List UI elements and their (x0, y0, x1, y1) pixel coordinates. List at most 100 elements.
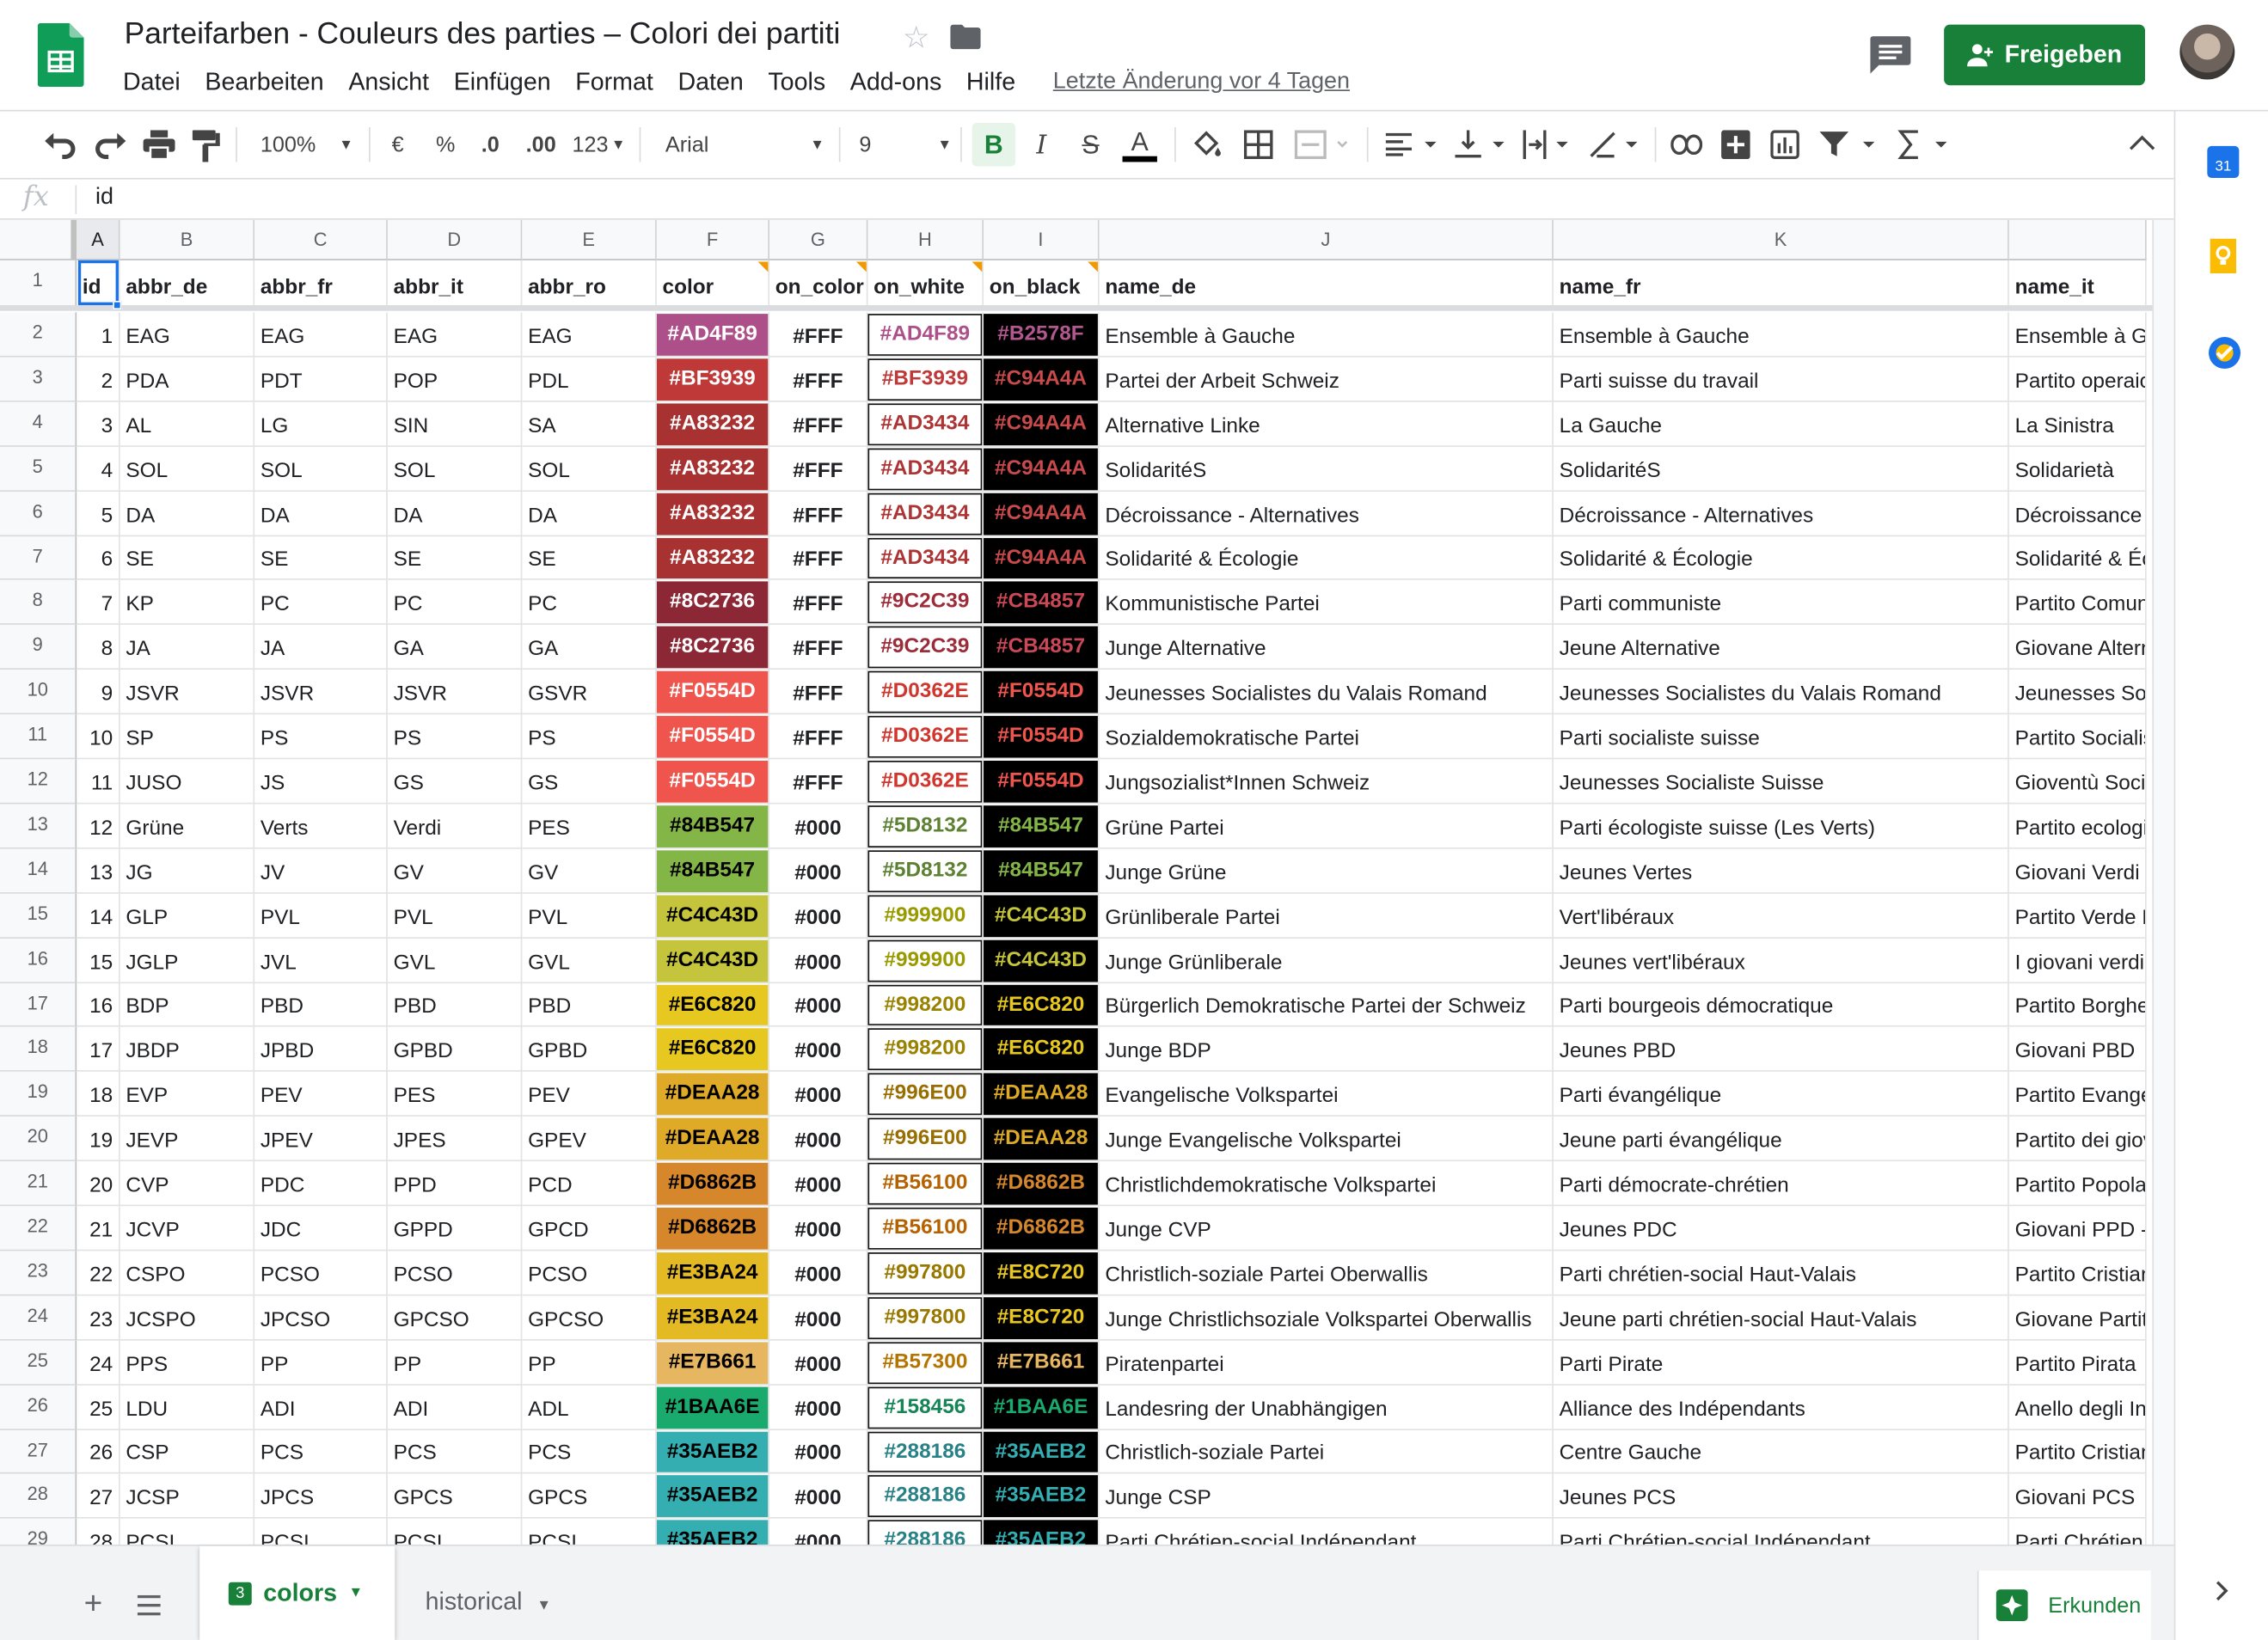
cell-abbr-ro[interactable]: PDL (522, 357, 657, 402)
cell-name-it[interactable]: Giovani PBD (2008, 1026, 2147, 1072)
cell-id[interactable]: 2 (77, 357, 120, 402)
tab-colors[interactable]: 3 colors ▼ (199, 1545, 395, 1640)
cell-name-it[interactable]: I giovani verdi (2008, 938, 2147, 984)
cell-abbr-fr[interactable]: PCSO (254, 1251, 388, 1296)
cell-name-de[interactable]: Décroissance - Alternatives (1099, 492, 1554, 537)
select-all-corner[interactable] (0, 219, 77, 260)
cell-id[interactable]: 14 (77, 893, 120, 939)
comment-icon[interactable] (1870, 36, 1911, 74)
header-cell-abbr-fr[interactable]: abbr_fr (254, 260, 388, 309)
cell-color[interactable]: #F0554D (656, 670, 770, 715)
keep-icon[interactable] (2207, 238, 2239, 274)
cell-name-fr[interactable]: Parti suisse du travail (1553, 357, 2009, 402)
cell-abbr-it[interactable]: GPPD (387, 1206, 523, 1251)
cell-on-color[interactable]: #FFF (769, 714, 868, 760)
cell-id[interactable]: 18 (77, 1071, 120, 1117)
cell-id[interactable]: 8 (77, 624, 120, 670)
cell-on-black[interactable]: #DEAA28 (984, 1116, 1100, 1162)
cell-abbr-ro[interactable]: PC (522, 579, 657, 625)
header-cell-on-white[interactable]: on_white (867, 260, 984, 309)
increase-decimal-button[interactable]: .00 (521, 127, 561, 162)
cell-name-it[interactable]: Partito Evange (2008, 1071, 2147, 1117)
cell-on-white[interactable]: #996E00 (867, 1116, 984, 1162)
cell-color[interactable]: #F0554D (656, 714, 770, 760)
cell-abbr-de[interactable]: JSVR (120, 670, 255, 715)
cell-color[interactable]: #DEAA28 (656, 1071, 770, 1117)
row-header[interactable]: 12 (0, 759, 77, 805)
print-icon[interactable] (143, 130, 175, 160)
text-rotation-icon[interactable] (1588, 130, 1643, 159)
cell-abbr-de[interactable]: JA (120, 624, 255, 670)
fill-handle[interactable] (113, 300, 122, 310)
cell-on-color[interactable]: #FFF (769, 759, 868, 805)
cell-name-fr[interactable]: Décroissance - Alternatives (1553, 492, 2009, 537)
cell-on-black[interactable]: #CB4857 (984, 624, 1100, 670)
row-header[interactable]: 14 (0, 848, 77, 894)
cell-abbr-ro[interactable]: PCSI (522, 1518, 657, 1545)
cell-name-fr[interactable]: Jeune Alternative (1553, 624, 2009, 670)
cell-abbr-ro[interactable]: EAG (522, 312, 657, 358)
row-header[interactable]: 25 (0, 1340, 77, 1386)
cell-abbr-de[interactable]: KP (120, 579, 255, 625)
cell-abbr-it[interactable]: JPES (387, 1116, 523, 1162)
cell-color[interactable]: #D6862B (656, 1161, 770, 1207)
cell-name-it[interactable]: Décroissance - (2008, 492, 2147, 537)
cell-name-fr[interactable]: Jeunesses Socialiste Suisse (1553, 759, 2009, 805)
cell-on-color[interactable]: #000 (769, 1206, 868, 1251)
cell-on-color[interactable]: #000 (769, 938, 868, 984)
cell-abbr-ro[interactable]: DA (522, 492, 657, 537)
cell-name-fr[interactable]: Jeune parti évangélique (1553, 1116, 2009, 1162)
cell-on-white[interactable]: #9C2C39 (867, 579, 984, 625)
menu-einfuegen[interactable]: Einfügen (454, 68, 551, 97)
cell-name-it[interactable]: Giovani PPD - (2008, 1206, 2147, 1251)
cell-on-black[interactable]: #B2578F (984, 312, 1100, 358)
cell-on-color[interactable]: #000 (769, 983, 868, 1027)
cell-name-fr[interactable]: La Gauche (1553, 401, 2009, 447)
row-header[interactable]: 7 (0, 536, 77, 580)
cell-color[interactable]: #AD4F89 (656, 312, 770, 358)
cell-name-fr[interactable]: Vert'libéraux (1553, 893, 2009, 939)
row-header[interactable]: 19 (0, 1071, 77, 1117)
cell-name-de[interactable]: Kommunistische Partei (1099, 579, 1554, 625)
cell-id[interactable]: 17 (77, 1026, 120, 1072)
cell-name-it[interactable]: Partito Comuni (2008, 579, 2147, 625)
row-header[interactable]: 29 (0, 1518, 77, 1545)
cell-on-color[interactable]: #FFF (769, 312, 868, 358)
cell-id[interactable]: 19 (77, 1116, 120, 1162)
cell-abbr-fr[interactable]: PBD (254, 983, 388, 1027)
cell-abbr-de[interactable]: CSP (120, 1430, 255, 1474)
cell-name-it[interactable]: Partito Cristian (2008, 1251, 2147, 1296)
cell-on-color[interactable]: #000 (769, 1116, 868, 1162)
insert-chart-icon[interactable] (1770, 130, 1799, 160)
header-cell-name-it[interactable]: name_it (2008, 260, 2147, 309)
cell-on-color[interactable]: #FFF (769, 492, 868, 537)
cell-on-black[interactable]: #C94A4A (984, 357, 1100, 402)
cell-abbr-it[interactable]: EAG (387, 312, 523, 358)
cell-name-de[interactable]: SolidaritéS (1099, 446, 1554, 493)
cell-abbr-de[interactable]: Grüne (120, 804, 255, 849)
zoom-select[interactable]: 100% ▼ (261, 127, 362, 162)
cell-abbr-it[interactable]: ADI (387, 1385, 523, 1431)
cell-abbr-ro[interactable]: PS (522, 714, 657, 760)
cell-name-it[interactable]: Jeunesses Soc (2008, 670, 2147, 715)
cell-name-fr[interactable]: Parti évangélique (1553, 1071, 2009, 1117)
cell-abbr-it[interactable]: PC (387, 579, 523, 625)
cell-abbr-ro[interactable]: GS (522, 759, 657, 805)
cell-abbr-ro[interactable]: GPCS (522, 1473, 657, 1519)
cell-abbr-fr[interactable]: SOL (254, 446, 388, 493)
cell-name-fr[interactable]: SolidaritéS (1553, 446, 2009, 493)
cell-on-color[interactable]: #000 (769, 1071, 868, 1117)
column-header[interactable]: C (254, 219, 388, 260)
cell-color[interactable]: #E6C820 (656, 983, 770, 1027)
cell-abbr-ro[interactable]: GVL (522, 938, 657, 984)
cell-name-fr[interactable]: Parti bourgeois démocratique (1553, 983, 2009, 1027)
cell-abbr-de[interactable]: PCSI (120, 1518, 255, 1545)
cell-on-color[interactable]: #FFF (769, 670, 868, 715)
cell-abbr-ro[interactable]: SOL (522, 446, 657, 493)
align-left-icon[interactable] (1385, 132, 1441, 156)
cell-abbr-ro[interactable]: PCSO (522, 1251, 657, 1296)
cell-name-fr[interactable]: Parti communiste (1553, 579, 2009, 625)
cell-abbr-de[interactable]: BDP (120, 983, 255, 1027)
cell-name-de[interactable]: Christlich-soziale Partei Oberwallis (1099, 1251, 1554, 1296)
calendar-icon[interactable]: 31 (2207, 145, 2240, 178)
